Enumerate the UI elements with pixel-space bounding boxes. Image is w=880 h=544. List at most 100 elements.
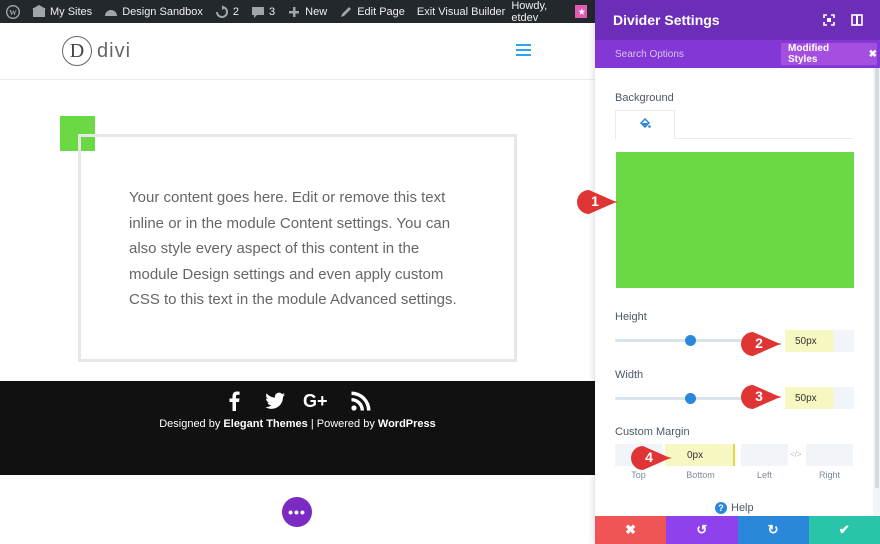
updates-icon (215, 4, 229, 19)
social-icons: G+ (0, 390, 595, 412)
custom-margin-label: Custom Margin (615, 426, 690, 438)
panel-subheader: Search Options Modified Styles ✖ (595, 40, 880, 68)
twitter-icon[interactable] (263, 390, 287, 412)
panel-scrollbar-thumb[interactable] (875, 68, 879, 488)
modified-styles-label: Modified Styles (788, 43, 830, 65)
undo-button[interactable]: ↺ (666, 516, 738, 544)
svg-text:G+: G+ (303, 391, 328, 411)
margin-left-input[interactable] (741, 444, 788, 466)
height-slider-handle[interactable] (685, 335, 696, 346)
margin-bottom-label: Bottom (686, 470, 715, 480)
footer-credits: Designed by Elegant Themes | Powered by … (0, 418, 595, 430)
page-settings-button[interactable]: ••• (282, 497, 312, 527)
callout-3-number: 3 (755, 388, 763, 404)
avatar (575, 5, 587, 18)
callout-4-number: 4 (645, 449, 653, 465)
undo-icon: ↺ (696, 522, 708, 537)
width-slider-handle[interactable] (685, 393, 696, 404)
save-button[interactable]: ✔ (808, 516, 880, 544)
margin-left-label: Left (756, 470, 772, 480)
background-color-swatch[interactable] (616, 152, 854, 288)
logo-text: divi (97, 39, 132, 62)
margin-right-label: Right (818, 470, 840, 480)
panel-scrollbar[interactable] (875, 68, 879, 488)
updates-menu[interactable]: 2 (209, 0, 245, 23)
comment-icon (251, 5, 265, 19)
hamburger-menu-icon[interactable] (516, 44, 531, 56)
comments-menu[interactable]: 3 (245, 0, 281, 23)
close-icon[interactable]: ✖ (869, 49, 877, 60)
callout-2: 2 (740, 331, 784, 357)
account-menu[interactable]: Howdy, etdev (511, 0, 595, 24)
elegant-themes-link[interactable]: Elegant Themes (223, 418, 307, 430)
background-label: Background (615, 92, 674, 104)
google-plus-icon[interactable]: G+ (303, 390, 333, 412)
facebook-icon[interactable] (223, 390, 247, 412)
edit-page-label: Edit Page (357, 5, 405, 18)
modified-styles-filter[interactable]: Modified Styles ✖ (781, 43, 877, 65)
new-content-menu[interactable]: New (281, 0, 333, 23)
background-tabs (615, 110, 853, 139)
text-module[interactable]: Your content goes here. Edit or remove t… (78, 134, 517, 362)
site-name-label: Design Sandbox (122, 5, 203, 18)
exit-visual-builder-link[interactable]: Exit Visual Builder (411, 0, 511, 23)
cancel-button[interactable]: ✖ (595, 516, 667, 544)
my-sites-menu[interactable]: My Sites (26, 0, 98, 23)
margin-right-input[interactable] (806, 444, 853, 466)
help-label: Help (731, 502, 754, 514)
margin-bottom-value: 0px (687, 449, 704, 461)
redo-icon: ↻ (767, 522, 779, 537)
height-value: 50px (795, 335, 817, 347)
width-input[interactable]: 50px (785, 387, 854, 409)
fullscreen-icon[interactable] (823, 14, 835, 26)
margin-bottom-input[interactable]: 0px (665, 444, 735, 466)
wordpress-link[interactable]: WordPress (378, 418, 436, 430)
redo-button[interactable]: ↻ (737, 516, 809, 544)
edit-page-link[interactable]: Edit Page (333, 0, 411, 23)
callout-1-number: 1 (591, 193, 599, 209)
powered-by-text: | Powered by (307, 418, 378, 430)
paint-bucket-icon (639, 116, 651, 134)
wordpress-icon: W (6, 4, 20, 19)
svg-text:W: W (9, 7, 17, 16)
site-header: D divi (0, 23, 595, 80)
dashboard-icon (104, 5, 118, 19)
width-label: Width (615, 369, 644, 381)
margin-top-label: Top (631, 470, 646, 480)
site-name-menu[interactable]: Design Sandbox (98, 0, 209, 23)
height-label: Height (615, 311, 647, 323)
check-icon: ✔ (838, 522, 850, 537)
search-options-input[interactable]: Search Options (615, 49, 684, 60)
height-input[interactable]: 50px (785, 330, 854, 352)
sidebar-toggle-icon[interactable] (851, 14, 863, 26)
site-logo[interactable]: D divi (62, 36, 131, 66)
rss-icon[interactable] (349, 390, 373, 412)
new-label: New (305, 5, 328, 18)
tab-background-color[interactable] (615, 110, 675, 139)
site-footer: G+ Designed by Elegant Themes | Powered … (0, 381, 595, 475)
designed-by-text: Designed by (159, 418, 224, 430)
panel-footer: ✖ ↺ ↻ ✔ (595, 516, 880, 544)
close-icon: ✖ (625, 522, 637, 537)
help-link[interactable]: ? Help (715, 502, 754, 514)
my-sites-label: My Sites (50, 5, 93, 18)
updates-count: 2 (232, 5, 240, 18)
exit-builder-label: Exit Visual Builder (416, 5, 506, 18)
width-value: 50px (795, 392, 817, 404)
panel-header: Divider Settings (595, 0, 880, 40)
text-module-content[interactable]: Your content goes here. Edit or remove t… (129, 185, 469, 313)
wordpress-logo-button[interactable]: W (0, 0, 26, 23)
logo-mark: D (62, 36, 92, 66)
admin-bar: W My Sites Design Sandbox 2 3 New Edit P… (0, 0, 595, 24)
more-dots-icon: ••• (288, 504, 306, 520)
callout-2-number: 2 (755, 335, 763, 351)
callout-4: 4 (630, 445, 674, 471)
comments-count: 3 (269, 5, 276, 18)
pencil-icon (339, 5, 353, 19)
link-icon[interactable]: </> (790, 450, 802, 459)
sites-icon (32, 4, 46, 19)
plus-icon (287, 5, 301, 19)
callout-1: 1 (576, 189, 620, 215)
panel-title: Divider Settings (613, 12, 720, 28)
help-icon: ? (715, 502, 727, 514)
